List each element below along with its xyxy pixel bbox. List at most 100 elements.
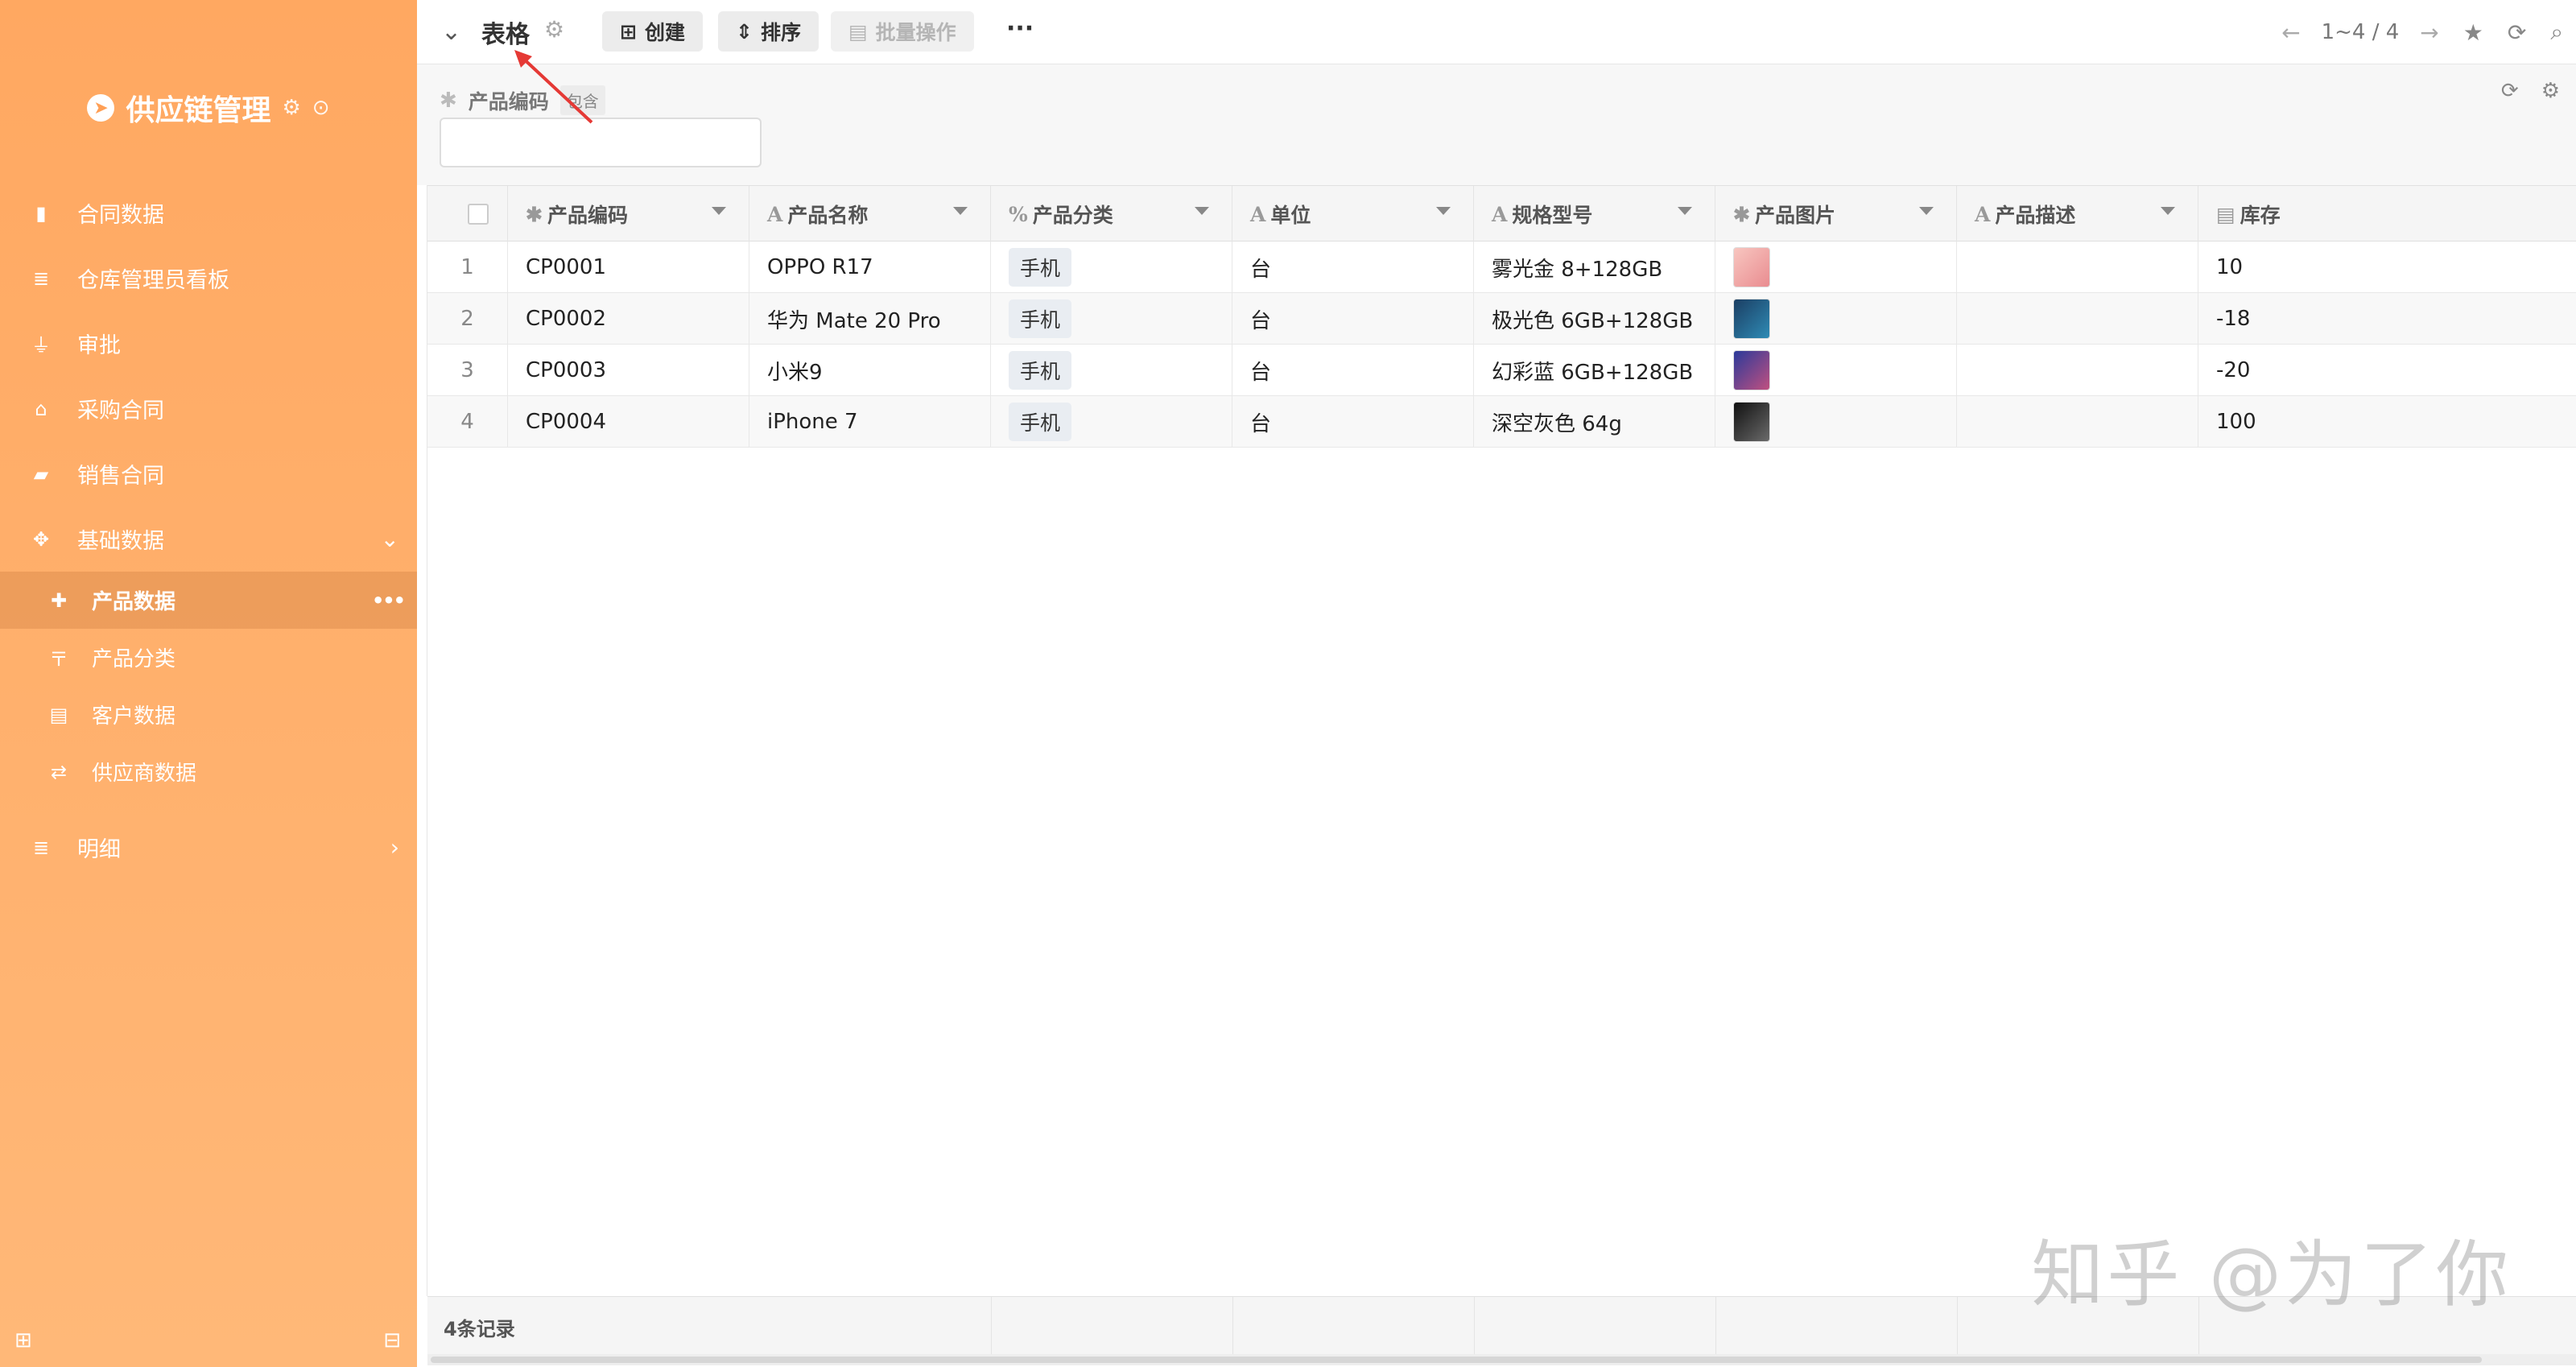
cell-category[interactable]: 手机 xyxy=(991,293,1232,345)
caret-down-icon[interactable] xyxy=(712,207,726,215)
collapse-sidebar-icon[interactable]: ⊟ xyxy=(383,1328,401,1353)
sidebar-item-detail[interactable]: ≣ 明细 › xyxy=(0,815,417,880)
next-page-icon[interactable]: → xyxy=(2420,19,2438,46)
sidebar-item-contract-data[interactable]: ▮ 合同数据 xyxy=(0,180,417,246)
sidebar-item-product-data[interactable]: ✚ 产品数据 ••• xyxy=(0,572,417,629)
caret-down-icon[interactable] xyxy=(1678,207,1692,215)
chevron-down-icon[interactable]: ⌄ xyxy=(441,18,461,46)
header-select-all xyxy=(427,186,508,242)
table-row[interactable]: 4 CP0004 iPhone 7 手机 台 深空灰色 64g 100 xyxy=(427,396,2576,448)
footer-divider xyxy=(1232,1297,1233,1355)
product-image-thumbnail[interactable] xyxy=(1733,247,1770,287)
table-row[interactable]: 3 CP0003 小米9 手机 台 幻彩蓝 6GB+128GB -20 xyxy=(427,345,2576,396)
cell-code[interactable]: CP0003 xyxy=(508,345,749,396)
sidebar-item-warehouse-board[interactable]: ≣ 仓库管理员看板 xyxy=(0,246,417,311)
cell-code[interactable]: CP0002 xyxy=(508,293,749,345)
filter-input[interactable] xyxy=(440,118,762,167)
prev-page-icon[interactable]: ← xyxy=(2281,19,2300,46)
sidebar-item-product-category[interactable]: 〒 产品分类 xyxy=(0,629,417,686)
refresh-icon[interactable]: ⟳ xyxy=(2508,19,2526,46)
refresh-icon[interactable]: ⟳ xyxy=(2501,79,2519,103)
cell-description[interactable] xyxy=(1957,396,2198,448)
horizontal-scrollbar[interactable] xyxy=(427,1354,2576,1365)
column-header-category[interactable]: % 产品分类 xyxy=(991,186,1232,242)
cell-unit[interactable]: 台 xyxy=(1232,242,1474,293)
column-header-unit[interactable]: A 单位 xyxy=(1232,186,1474,242)
caret-down-icon[interactable] xyxy=(1195,207,1209,215)
cell-image[interactable] xyxy=(1715,242,1957,293)
cell-name[interactable]: 小米9 xyxy=(749,345,991,396)
cell-name[interactable]: 华为 Mate 20 Pro xyxy=(749,293,991,345)
cell-spec[interactable]: 深空灰色 64g xyxy=(1474,396,1715,448)
sort-button[interactable]: ⇕ 排序 xyxy=(718,11,819,52)
cell-spec[interactable]: 雾光金 8+128GB xyxy=(1474,242,1715,293)
caret-down-icon[interactable] xyxy=(1919,207,1934,215)
cell-unit[interactable]: 台 xyxy=(1232,396,1474,448)
create-button[interactable]: ⊞ 创建 xyxy=(602,11,703,52)
cell-name[interactable]: iPhone 7 xyxy=(749,396,991,448)
cell-code[interactable]: CP0001 xyxy=(508,242,749,293)
caret-down-icon[interactable] xyxy=(2161,207,2175,215)
cell-name[interactable]: OPPO R17 xyxy=(749,242,991,293)
cell-unit[interactable]: 台 xyxy=(1232,345,1474,396)
cell-description[interactable] xyxy=(1957,242,2198,293)
column-header-stock[interactable]: ▤ 库存 xyxy=(2198,186,2576,242)
cell-stock[interactable]: -20 xyxy=(2198,345,2576,396)
more-actions-button[interactable]: ··· xyxy=(1006,14,1034,43)
cell-image[interactable] xyxy=(1715,345,1957,396)
product-image-thumbnail[interactable] xyxy=(1733,299,1770,339)
cell-category[interactable]: 手机 xyxy=(991,242,1232,293)
more-icon[interactable]: ••• xyxy=(372,589,406,612)
table-row[interactable]: 2 CP0002 华为 Mate 20 Pro 手机 台 极光色 6GB+128… xyxy=(427,293,2576,345)
column-header-code[interactable]: ✱ 产品编码 xyxy=(508,186,749,242)
category-tag[interactable]: 手机 xyxy=(1009,403,1072,441)
cell-code[interactable]: CP0004 xyxy=(508,396,749,448)
product-image-thumbnail[interactable] xyxy=(1733,402,1770,442)
telegram-logo-icon: ➤ xyxy=(87,94,115,122)
target-icon[interactable]: ⊙ xyxy=(312,96,330,120)
cell-description[interactable] xyxy=(1957,345,2198,396)
attachment-field-icon: ✱ xyxy=(1733,202,1750,226)
category-tag[interactable]: 手机 xyxy=(1009,351,1072,390)
cell-spec[interactable]: 极光色 6GB+128GB xyxy=(1474,293,1715,345)
gear-icon[interactable]: ⚙ xyxy=(2541,79,2560,103)
cell-image[interactable] xyxy=(1715,396,1957,448)
sidebar-item-basic-data[interactable]: ✥ 基础数据 ⌄ xyxy=(0,506,417,572)
caret-down-icon[interactable] xyxy=(1436,207,1451,215)
cell-unit[interactable]: 台 xyxy=(1232,293,1474,345)
sidebar-item-label: 审批 xyxy=(77,333,121,358)
category-tag[interactable]: 手机 xyxy=(1009,248,1072,287)
cell-category[interactable]: 手机 xyxy=(991,345,1232,396)
briefcase-icon: ▮ xyxy=(35,201,47,225)
view-settings-icon[interactable]: ⚙ xyxy=(544,16,564,43)
cell-stock[interactable]: 100 xyxy=(2198,396,2576,448)
cell-category[interactable]: 手机 xyxy=(991,396,1232,448)
cell-spec[interactable]: 幻彩蓝 6GB+128GB xyxy=(1474,345,1715,396)
column-header-image[interactable]: ✱ 产品图片 xyxy=(1715,186,1957,242)
sidebar-item-supplier-data[interactable]: ⇄ 供应商数据 xyxy=(0,743,417,800)
column-header-spec[interactable]: A 规格型号 xyxy=(1474,186,1715,242)
view-title[interactable]: 表格 xyxy=(481,14,530,50)
cell-stock[interactable]: 10 xyxy=(2198,242,2576,293)
column-header-description[interactable]: A 产品描述 xyxy=(1957,186,2198,242)
cell-description[interactable] xyxy=(1957,293,2198,345)
add-icon[interactable]: ⊞ xyxy=(14,1328,32,1353)
scrollbar-thumb[interactable] xyxy=(431,1357,2482,1363)
batch-operation-button[interactable]: ▤ 批量操作 xyxy=(831,11,974,52)
table-row[interactable]: 1 CP0001 OPPO R17 手机 台 雾光金 8+128GB 10 xyxy=(427,242,2576,293)
caret-down-icon[interactable] xyxy=(953,207,968,215)
product-image-thumbnail[interactable] xyxy=(1733,350,1770,390)
sidebar-nav: ▮ 合同数据 ≣ 仓库管理员看板 ⏚ 审批 ⌂ 采购合同 ▰ 销售合同 ✥ 基础… xyxy=(0,180,417,880)
sidebar-item-approval[interactable]: ⏚ 审批 xyxy=(0,311,417,376)
column-header-name[interactable]: A 产品名称 xyxy=(749,186,991,242)
sidebar-item-sales-contract[interactable]: ▰ 销售合同 xyxy=(0,441,417,506)
sidebar-item-purchase-contract[interactable]: ⌂ 采购合同 xyxy=(0,376,417,441)
search-icon[interactable]: ⌕ xyxy=(2550,19,2563,46)
sidebar-item-customer-data[interactable]: ▤ 客户数据 xyxy=(0,686,417,743)
star-icon[interactable]: ★ xyxy=(2463,19,2483,46)
cell-image[interactable] xyxy=(1715,293,1957,345)
category-tag[interactable]: 手机 xyxy=(1009,299,1072,338)
gear-icon[interactable]: ⚙ xyxy=(282,96,300,120)
select-all-checkbox[interactable] xyxy=(468,204,489,225)
cell-stock[interactable]: -18 xyxy=(2198,293,2576,345)
